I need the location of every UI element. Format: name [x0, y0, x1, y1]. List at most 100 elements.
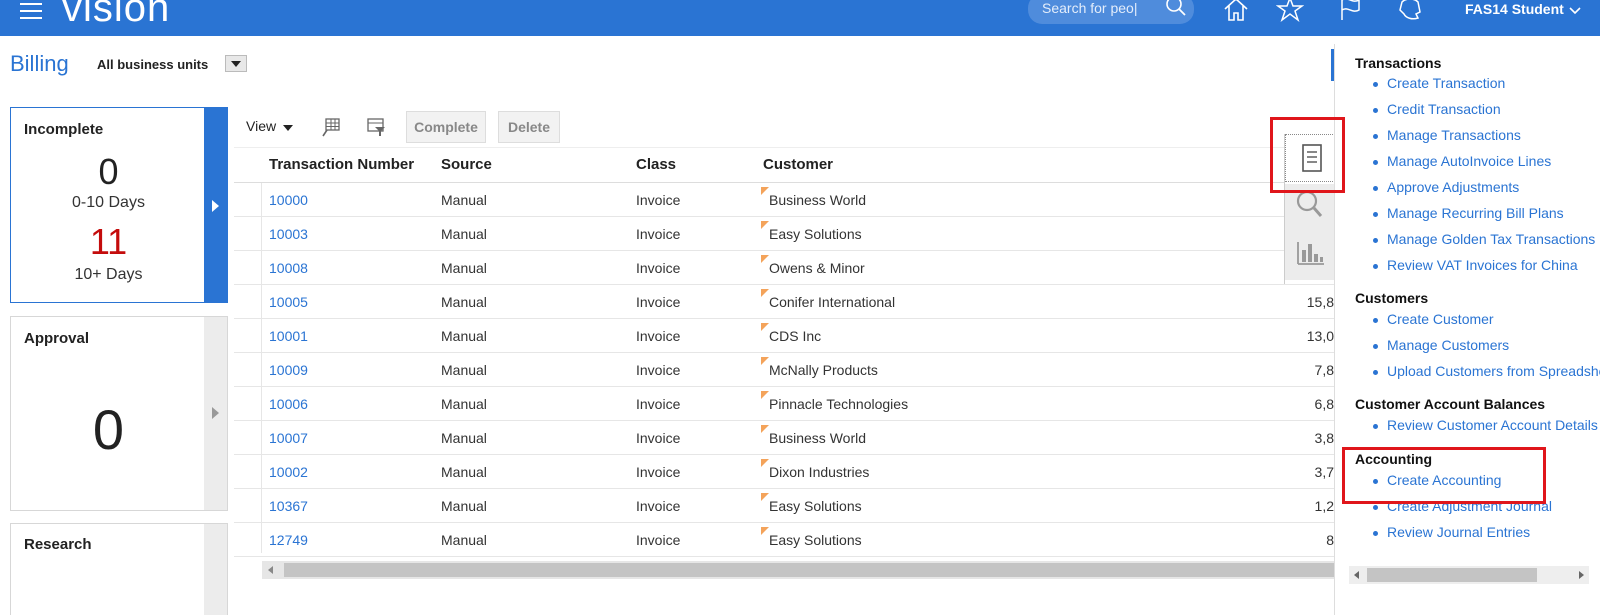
research-tile[interactable]: Research [10, 523, 228, 615]
task-link[interactable]: Review Journal Entries [1387, 524, 1530, 540]
chevron-down-icon[interactable] [1568, 3, 1582, 15]
search-icon[interactable] [1164, 0, 1188, 18]
table-row[interactable]: 10002 Manual Invoice Dixon Industries 3,7 [234, 455, 1334, 489]
approval-tile[interactable]: Approval 0 [10, 316, 228, 511]
table-row[interactable]: 10367 Manual Invoice Easy Solutions 1,2 [234, 489, 1334, 523]
global-header: vision FAS14 Student [0, 0, 1600, 36]
table-row[interactable]: 10006 Manual Invoice Pinnacle Technologies 6… [234, 387, 1334, 421]
task-link[interactable]: Create Customer [1387, 311, 1494, 327]
amount-cell: 7,8 [1314, 362, 1334, 378]
customer-cell: Pinnacle Technologies [769, 396, 909, 412]
task-link[interactable]: Credit Transaction [1387, 101, 1501, 117]
chevron-right-icon[interactable] [212, 407, 219, 419]
transaction-number-link[interactable]: 10000 [269, 192, 308, 208]
user-menu[interactable]: FAS14 Student [1465, 1, 1564, 17]
delete-button[interactable]: Delete [498, 111, 560, 143]
chevron-right-icon[interactable] [212, 200, 219, 212]
task-link[interactable]: Manage Customers [1387, 337, 1509, 353]
expand-tile-strip[interactable] [204, 317, 227, 510]
table-row[interactable]: 10007 Manual Invoice Business World 3,8 [234, 421, 1334, 455]
class-cell: Invoice [636, 532, 681, 548]
amount-cell: 6,8 [1314, 396, 1334, 412]
column-header-class[interactable]: Class [636, 156, 676, 173]
transaction-number-link[interactable]: 10003 [269, 226, 308, 242]
column-header-customer[interactable]: Customer [763, 156, 833, 173]
bullet-icon [1373, 186, 1378, 191]
chevron-down-icon[interactable] [283, 125, 293, 131]
watchlist-flag-icon[interactable] [1336, 0, 1364, 22]
class-cell: Invoice [636, 362, 681, 378]
transaction-number-link[interactable]: 10002 [269, 464, 308, 480]
notifications-bell-icon[interactable] [1396, 0, 1424, 22]
scrollbar-thumb[interactable] [1367, 568, 1537, 582]
task-link[interactable]: Manage Transactions [1387, 127, 1521, 143]
column-header-transaction-number[interactable]: Transaction Number [269, 156, 414, 173]
transactions-table: Transaction Number Source Class Customer… [234, 147, 1334, 587]
transaction-number-link[interactable]: 10008 [269, 260, 308, 276]
bullet-icon [1373, 134, 1378, 139]
incomplete-tile[interactable]: Incomplete 0 0-10 Days 11 10+ Days [10, 107, 228, 303]
source-cell: Manual [441, 192, 487, 208]
transaction-number-link[interactable]: 10005 [269, 294, 308, 310]
incomplete-recent-count[interactable]: 0 [11, 151, 206, 193]
incomplete-recent-label: 0-10 Days [72, 194, 145, 211]
complete-button[interactable]: Complete [406, 111, 486, 143]
approval-count[interactable]: 0 [11, 397, 206, 462]
table-row[interactable]: 10008 Manual Invoice Owens & Minor [234, 251, 1334, 285]
table-row[interactable]: 12749 Manual Invoice Easy Solutions 8 [234, 523, 1334, 557]
bullet-icon [1373, 505, 1378, 510]
scroll-left-icon[interactable] [268, 566, 273, 574]
task-link[interactable]: Create Adjustment Journal [1387, 498, 1552, 514]
task-link[interactable]: Upload Customers from Spreadsheet [1387, 363, 1600, 379]
search-input[interactable] [1042, 0, 1152, 18]
column-header-source[interactable]: Source [441, 156, 492, 173]
transaction-number-link[interactable]: 10001 [269, 328, 308, 344]
scroll-left-icon[interactable] [1354, 571, 1359, 579]
panel-horizontal-scrollbar[interactable] [1349, 566, 1589, 584]
view-menu[interactable]: View [246, 118, 276, 134]
global-search[interactable] [1028, 0, 1194, 24]
source-cell: Manual [441, 362, 487, 378]
business-unit-selector-label: All business units [97, 57, 209, 72]
transaction-number-link[interactable]: 12749 [269, 532, 308, 548]
task-link[interactable]: Manage Golden Tax Transactions [1387, 231, 1595, 247]
column-settings-icon[interactable] [320, 116, 342, 138]
favorites-star-icon[interactable] [1275, 0, 1305, 23]
table-row[interactable]: 10001 Manual Invoice CDS Inc 13,0 [234, 319, 1334, 353]
table-horizontal-scrollbar[interactable] [262, 561, 1334, 579]
amount-cell: 3,7 [1314, 464, 1334, 480]
business-unit-dropdown[interactable] [225, 55, 247, 72]
incomplete-old-count[interactable]: 11 [11, 221, 206, 263]
table-row[interactable]: 10003 Manual Invoice Easy Solutions [234, 217, 1334, 251]
tile-title: Approval [24, 330, 90, 347]
search-tab[interactable] [1285, 184, 1337, 232]
hamburger-menu-icon[interactable] [20, 3, 42, 19]
task-link[interactable]: Create Transaction [1387, 75, 1505, 91]
table-row[interactable]: 10009 Manual Invoice McNally Products 7,8 [234, 353, 1334, 387]
table-row[interactable]: 10000 Manual Invoice Business World [234, 183, 1334, 217]
bullet-icon [1373, 160, 1378, 165]
transaction-number-link[interactable]: 10009 [269, 362, 308, 378]
flag-icon [761, 459, 769, 467]
home-icon[interactable] [1222, 0, 1250, 22]
bullet-icon [1373, 212, 1378, 217]
scrollbar-thumb[interactable] [284, 563, 1334, 577]
table-row[interactable]: 10005 Manual Invoice Conifer International 1… [234, 285, 1334, 319]
analytics-tab[interactable] [1285, 232, 1337, 280]
filter-icon[interactable] [365, 116, 387, 138]
task-link[interactable]: Manage Recurring Bill Plans [1387, 205, 1564, 221]
expand-tile-strip[interactable] [204, 524, 227, 615]
tasks-tab[interactable] [1285, 134, 1337, 182]
bullet-icon [1373, 344, 1378, 349]
scroll-right-icon[interactable] [1579, 571, 1584, 579]
task-link[interactable]: Create Accounting [1387, 472, 1501, 488]
task-link[interactable]: Review VAT Invoices for China [1387, 257, 1578, 273]
task-link[interactable]: Approve Adjustments [1387, 179, 1519, 195]
brand-logo[interactable]: vision [62, 0, 170, 31]
transaction-number-link[interactable]: 10007 [269, 430, 308, 446]
transaction-number-link[interactable]: 10006 [269, 396, 308, 412]
expand-tile-strip[interactable] [204, 108, 227, 302]
transaction-number-link[interactable]: 10367 [269, 498, 308, 514]
task-link[interactable]: Review Customer Account Details [1387, 417, 1598, 433]
task-link[interactable]: Manage AutoInvoice Lines [1387, 153, 1551, 169]
